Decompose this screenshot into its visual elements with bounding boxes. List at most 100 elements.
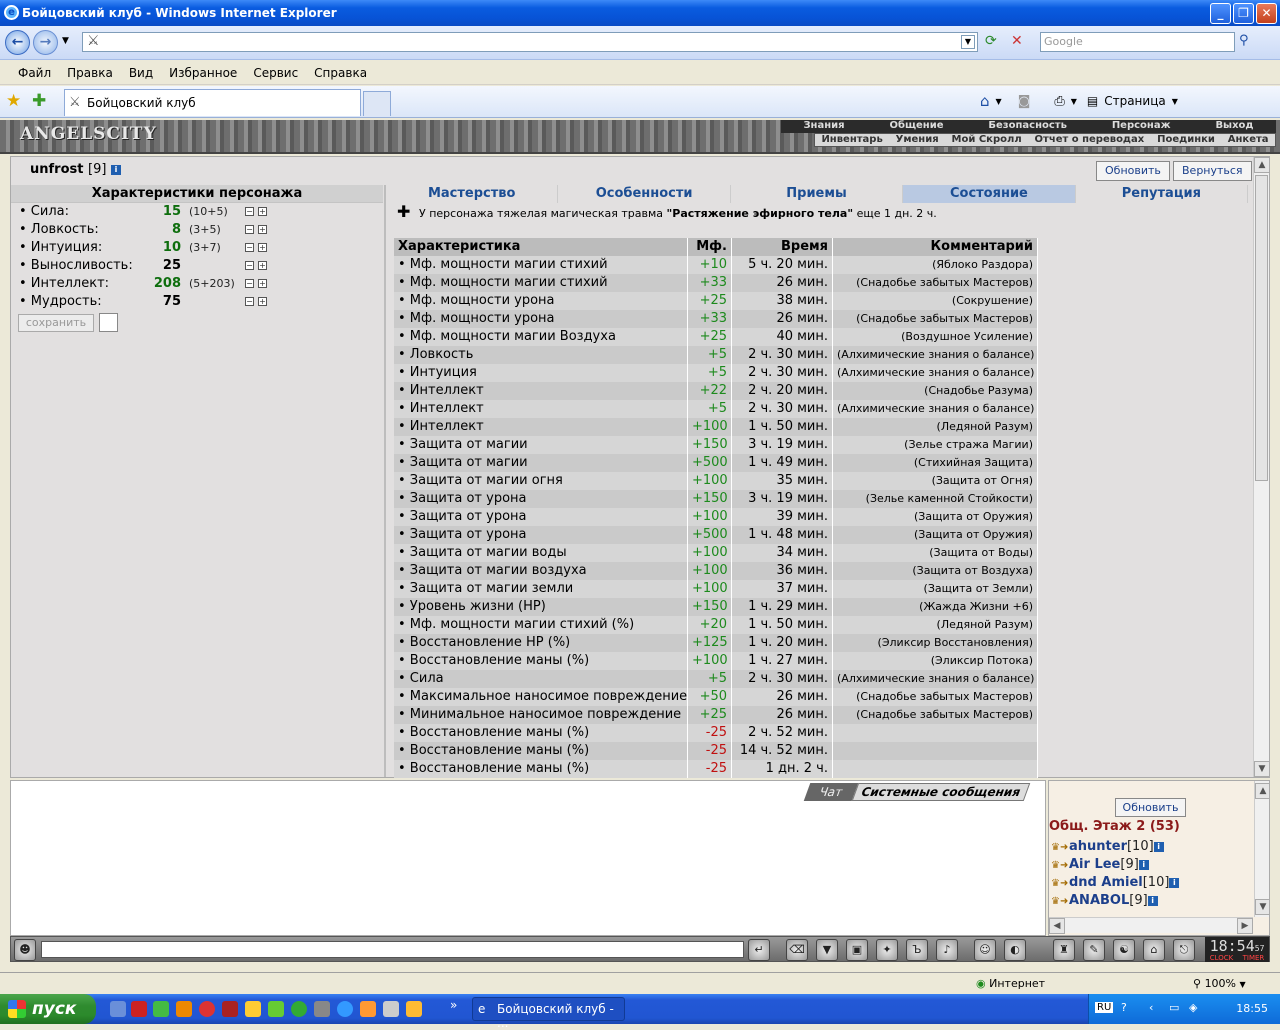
roster-scroll-left-icon[interactable]: ◀ xyxy=(1049,918,1065,934)
print-icon[interactable]: ⎙ xyxy=(1054,94,1064,109)
quicklaunch-icon-3[interactable] xyxy=(153,1001,169,1017)
nav-knowledge[interactable]: Знания xyxy=(803,120,844,133)
clock-label[interactable]: CLOCK xyxy=(1210,954,1234,962)
maximize-button[interactable]: ❐ xyxy=(1233,3,1254,24)
quicklaunch-icon-1[interactable] xyxy=(110,1001,126,1017)
tab-system-messages[interactable]: Системные сообщения xyxy=(851,783,1031,801)
increase-icon[interactable]: + xyxy=(258,297,267,306)
increase-icon[interactable]: + xyxy=(258,279,267,288)
refresh-button[interactable]: Обновить xyxy=(1096,161,1170,181)
minimize-button[interactable]: _ xyxy=(1210,3,1231,24)
menu-file[interactable]: Файл xyxy=(10,66,59,80)
player-entry[interactable]: ♛➜dnd Amiel[10] i xyxy=(1051,874,1180,892)
nav-my-scroll[interactable]: Мой Скролл xyxy=(952,134,1022,146)
player-name[interactable]: Air Lee xyxy=(1069,857,1120,872)
quicklaunch-icon-12[interactable] xyxy=(360,1001,376,1017)
send-icon[interactable]: ↵ xyxy=(748,939,770,961)
roster-scrollbar[interactable]: ▲ ▼ xyxy=(1254,781,1269,917)
sound-icon[interactable]: ♪ xyxy=(936,939,958,961)
roster-scroll-down-icon[interactable]: ▼ xyxy=(1255,899,1269,915)
menu-help[interactable]: Справка xyxy=(306,66,375,80)
address-input[interactable]: ⚔ ▼ xyxy=(82,32,978,52)
home-icon[interactable]: ⌂ xyxy=(980,92,990,110)
menu-tools[interactable]: Сервис xyxy=(245,66,306,80)
info-icon[interactable]: i xyxy=(110,164,121,175)
quicklaunch-icon-13[interactable] xyxy=(383,1001,399,1017)
language-indicator[interactable]: RU xyxy=(1095,1002,1114,1013)
player-name[interactable]: ANABOL xyxy=(1069,893,1129,908)
chat-input[interactable] xyxy=(41,941,744,958)
roster-scroll-up-icon[interactable]: ▲ xyxy=(1255,783,1269,799)
player-entry[interactable]: ♛➜Air Lee[9] i xyxy=(1051,856,1149,874)
roster-hscrollbar[interactable]: ◀ ▶ xyxy=(1049,917,1253,934)
scroll-up-icon[interactable]: ▲ xyxy=(1254,157,1270,173)
decrease-icon[interactable]: − xyxy=(245,225,254,234)
back-icon[interactable]: ← xyxy=(5,30,30,55)
player-info-icon[interactable]: i xyxy=(1147,895,1158,906)
nav-battles[interactable]: Поединки xyxy=(1157,134,1215,146)
scroll-thumb[interactable] xyxy=(1255,175,1268,481)
nav-character[interactable]: Персонаж xyxy=(1112,120,1171,133)
back-button[interactable]: Вернуться xyxy=(1173,161,1252,181)
player-info-icon[interactable]: i xyxy=(1169,877,1180,888)
scroll-icon[interactable]: ✎ xyxy=(1083,939,1105,961)
forward-icon[interactable]: → xyxy=(33,30,58,55)
tab-techniques[interactable]: Приемы xyxy=(730,185,904,203)
tab-state[interactable]: Состояние xyxy=(903,185,1076,203)
browser-tab-active[interactable]: ⚔ Бойцовский клуб xyxy=(64,89,361,116)
taskbar-item-ie[interactable]: e Бойцовский клуб - ... xyxy=(472,997,625,1030)
add-favorite-icon[interactable]: ✚ xyxy=(32,91,46,111)
search-icon[interactable]: ⚲ xyxy=(1239,33,1259,51)
roster-scroll-right-icon[interactable]: ▶ xyxy=(1237,918,1253,934)
exit-icon[interactable]: ⎋ xyxy=(1173,939,1195,961)
zoom-level[interactable]: ⚲ 100% ▼ xyxy=(1193,977,1246,990)
start-button[interactable]: пуск xyxy=(0,994,96,1024)
stop-icon[interactable]: ✕ xyxy=(1011,33,1031,51)
player-entry[interactable]: ♛➜ahunter[10] i xyxy=(1051,838,1164,856)
decrease-icon[interactable]: − xyxy=(245,261,254,270)
scroll-down-icon[interactable]: ▼ xyxy=(1254,761,1270,777)
private-message-icon[interactable]: ♛➜ xyxy=(1051,875,1069,889)
people-icon[interactable]: ☯ xyxy=(1113,939,1135,961)
tab-reputation[interactable]: Репутация xyxy=(1075,185,1249,203)
address-dropdown-icon[interactable]: ▼ xyxy=(961,35,975,49)
player-entry[interactable]: ♛➜ANABOL[9] i xyxy=(1051,892,1158,910)
save-checkbox[interactable] xyxy=(99,313,118,332)
tab-mastery[interactable]: Мастерство xyxy=(386,185,559,203)
lock-icon[interactable]: ⌂ xyxy=(1143,939,1165,961)
main-scrollbar[interactable]: ▲ ▼ xyxy=(1253,157,1270,777)
nav-inventory[interactable]: Инвентарь xyxy=(821,134,882,146)
decrease-icon[interactable]: − xyxy=(245,243,254,252)
feeds-icon[interactable]: ◙ xyxy=(1018,94,1031,109)
increase-icon[interactable]: + xyxy=(258,243,267,252)
quicklaunch-icon-5[interactable] xyxy=(199,1001,215,1017)
quicklaunch-icon-4[interactable] xyxy=(176,1001,192,1017)
private-message-icon[interactable]: ♛➜ xyxy=(1051,893,1069,907)
fight-icon[interactable]: ✦ xyxy=(876,939,898,961)
favorites-star-icon[interactable]: ★ xyxy=(6,91,21,111)
player-name[interactable]: dnd Amiel xyxy=(1069,875,1143,890)
decrease-icon[interactable]: − xyxy=(245,279,254,288)
timer-label[interactable]: TIMER xyxy=(1243,954,1265,962)
player-info-icon[interactable]: i xyxy=(1153,841,1164,852)
menu-favorites[interactable]: Избранное xyxy=(161,66,245,80)
site-logo[interactable]: ANGELSCITY xyxy=(20,124,157,144)
increase-icon[interactable]: + xyxy=(258,207,267,216)
decrease-icon[interactable]: − xyxy=(245,207,254,216)
quicklaunch-icon-14[interactable] xyxy=(406,1001,422,1017)
volume-icon[interactable]: ◈ xyxy=(1189,1001,1197,1014)
network-icon[interactable]: ▭ xyxy=(1169,1001,1179,1014)
quicklaunch-icon-7[interactable] xyxy=(245,1001,261,1017)
quicklaunch-icon-2[interactable] xyxy=(131,1001,147,1017)
quicklaunch-icon-10[interactable] xyxy=(314,1001,330,1017)
refresh-icon[interactable]: ⟳ xyxy=(985,33,1005,51)
private-message-icon[interactable]: ♛➜ xyxy=(1051,839,1069,853)
decrease-icon[interactable]: − xyxy=(245,297,254,306)
player-info-icon[interactable]: i xyxy=(1138,859,1149,870)
nav-communication[interactable]: Общение xyxy=(889,120,943,133)
history-dropdown-icon[interactable]: ▼ xyxy=(62,36,69,46)
filter-icon[interactable]: ▼ xyxy=(816,939,838,961)
chat-mode-icon[interactable]: ☻ xyxy=(14,939,36,961)
private-message-icon[interactable]: ♛➜ xyxy=(1051,857,1069,871)
tab-features[interactable]: Особенности xyxy=(558,185,731,203)
